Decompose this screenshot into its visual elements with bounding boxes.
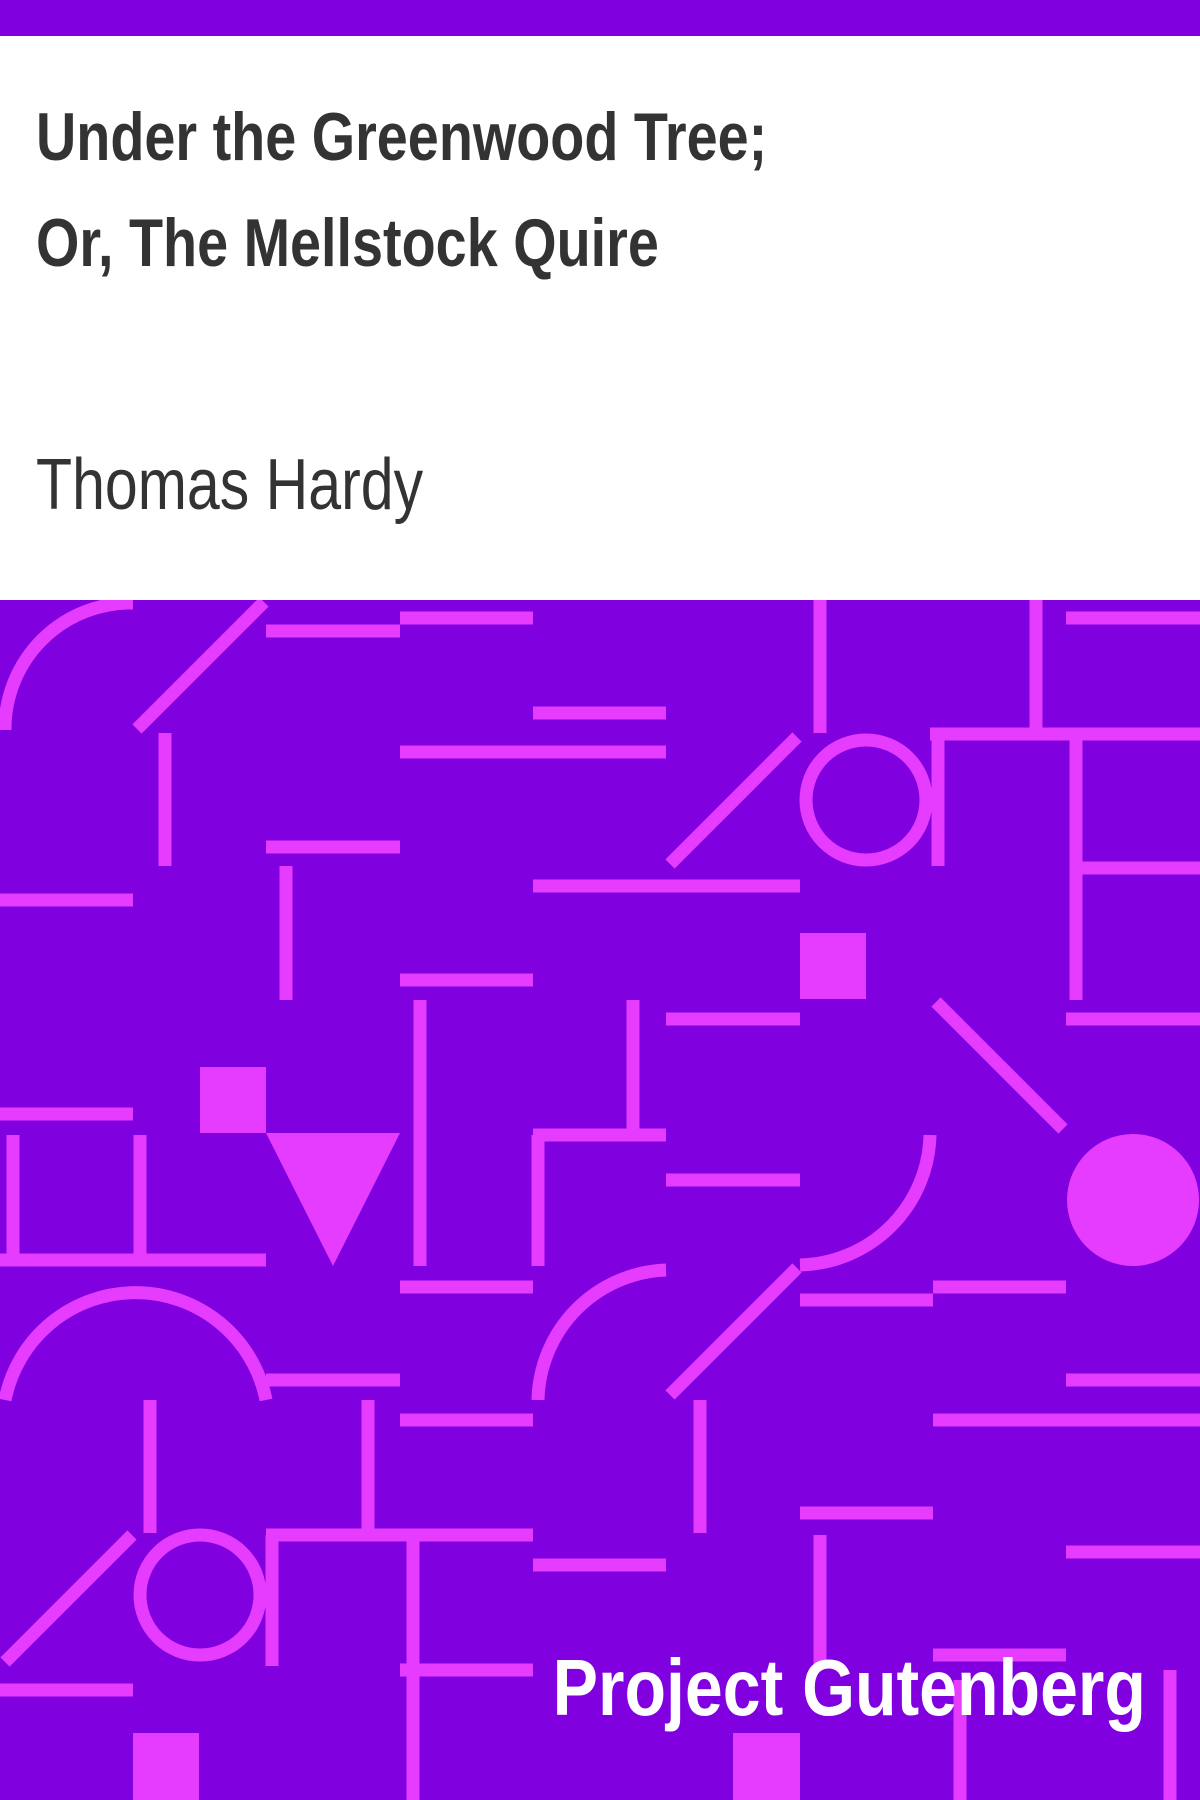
pattern-diagonal — [931, 997, 1068, 1134]
pattern-dot — [1067, 1134, 1199, 1266]
geometric-pattern — [0, 600, 1200, 1800]
pattern-arc — [531, 1263, 667, 1401]
pattern-arc — [799, 1134, 937, 1272]
book-cover: Under the Greenwood Tree; Or, The Mellst… — [0, 0, 1200, 1800]
pattern-arc — [0, 1286, 273, 1402]
pattern-diagonal — [0, 1530, 137, 1667]
pattern-arc — [0, 600, 134, 731]
pattern-square — [800, 933, 866, 999]
pattern-diagonal — [132, 600, 269, 734]
pattern-triangle — [266, 1133, 400, 1266]
pattern-diagonal — [665, 732, 802, 869]
pattern-square — [133, 1733, 199, 1800]
pattern-square — [733, 1733, 800, 1800]
pattern-ring — [133, 1528, 267, 1662]
book-author: Thomas Hardy — [36, 445, 424, 525]
pattern-diagonal — [665, 1263, 802, 1400]
publisher-name: Project Gutenberg — [552, 1643, 1146, 1732]
pattern-ring — [799, 733, 933, 867]
cover-pattern — [0, 600, 1200, 1800]
pattern-square — [200, 1067, 266, 1133]
top-color-band — [0, 0, 1200, 36]
book-title: Under the Greenwood Tree; Or, The Mellst… — [36, 99, 768, 281]
